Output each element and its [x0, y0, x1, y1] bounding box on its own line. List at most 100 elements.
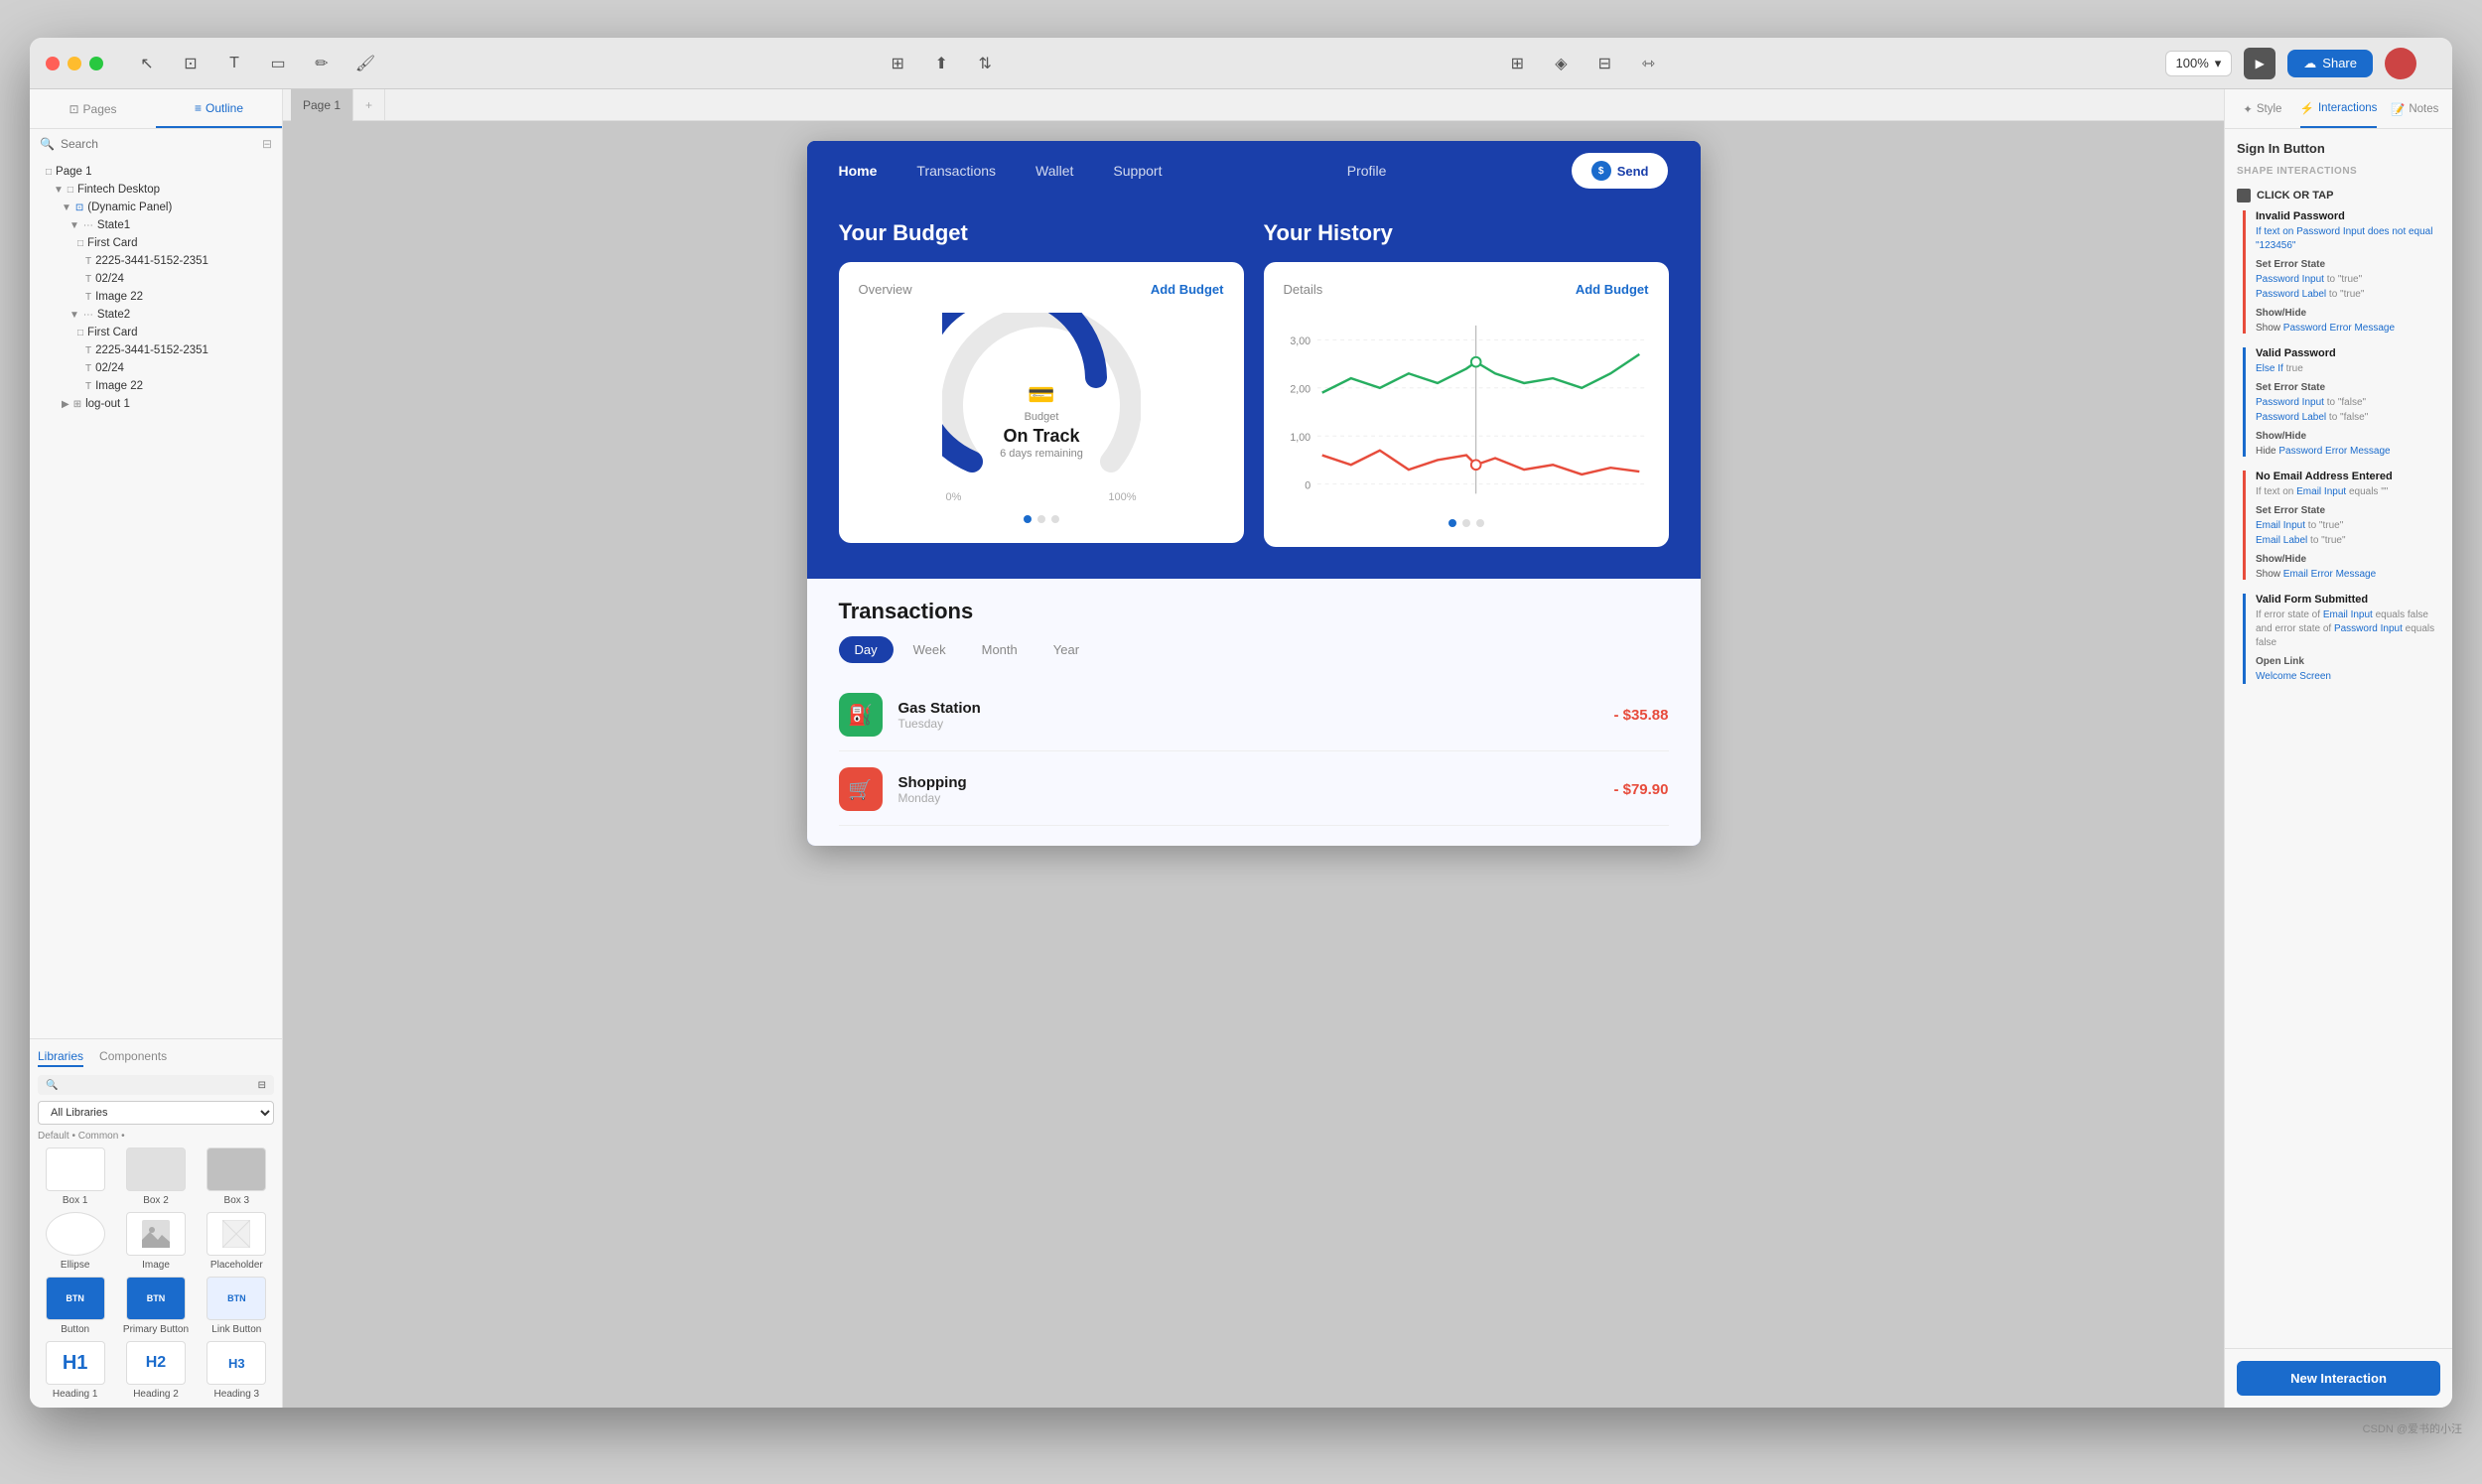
- nav-transactions[interactable]: Transactions: [916, 163, 996, 179]
- no-email-title: No Email Address Entered: [2256, 471, 2440, 482]
- align-tool[interactable]: ⬆: [925, 48, 957, 79]
- history-card: Details Add Budget 3,00 2,00 1,0: [1264, 262, 1669, 547]
- play-button[interactable]: ▶: [2244, 48, 2275, 79]
- tab-day[interactable]: Day: [839, 636, 894, 663]
- showhide-line-3: Show Email Error Message: [2256, 569, 2440, 580]
- tab-style[interactable]: ✦ Style: [2225, 89, 2300, 128]
- send-button[interactable]: $ Send: [1572, 153, 1669, 189]
- paint-tool[interactable]: 🖌: [349, 48, 381, 79]
- share-button[interactable]: ☁ Share: [2287, 50, 2373, 77]
- libs-dropdown[interactable]: All Libraries: [38, 1101, 274, 1125]
- pages-label: Pages: [83, 102, 117, 116]
- gas-amount: - $35.88: [1613, 707, 1668, 724]
- tree-fintech-desktop[interactable]: ▼ □ Fintech Desktop: [30, 181, 282, 199]
- tree-state2[interactable]: ▼ ⋯ State2: [30, 306, 282, 324]
- expand-tool[interactable]: ⊞: [882, 48, 913, 79]
- pages-icon: ⊡: [69, 102, 78, 116]
- budget-add-btn[interactable]: Add Budget: [1151, 282, 1224, 297]
- tree-logout[interactable]: ▶ ⊞ log-out 1: [30, 395, 282, 413]
- nav-support[interactable]: Support: [1113, 163, 1162, 179]
- tab-interactions[interactable]: ⚡ Interactions: [2300, 89, 2378, 128]
- transaction-shopping[interactable]: 🛒 Shopping Monday - $79.90: [839, 753, 1669, 826]
- tree-image2[interactable]: T Image 22: [30, 377, 282, 395]
- interactions-label: Interactions: [2318, 102, 2377, 114]
- tab-year[interactable]: Year: [1037, 636, 1095, 663]
- app-sections: Your Budget Overview Add Budget: [839, 220, 1669, 547]
- cursor-tool[interactable]: ↖: [131, 48, 163, 79]
- tree-firstcard2[interactable]: □ First Card: [30, 324, 282, 341]
- libraries-tabs: Libraries Components: [38, 1047, 274, 1067]
- valid-password-cond: Else If true: [2256, 362, 2440, 376]
- tree-firstcard1[interactable]: □ First Card: [30, 234, 282, 252]
- history-section: Your History Details Add Budget: [1264, 220, 1669, 547]
- libs-search-input[interactable]: [62, 1079, 253, 1091]
- spacing-tool[interactable]: ⇿: [1632, 48, 1664, 79]
- tab-libraries[interactable]: Libraries: [38, 1047, 83, 1067]
- lib-item-image[interactable]: Image: [118, 1212, 193, 1271]
- lib-item-box2[interactable]: Box 2: [118, 1147, 193, 1206]
- lib-item-h1[interactable]: H1 Heading 1: [38, 1341, 112, 1400]
- grid-tool[interactable]: ⊞: [1501, 48, 1533, 79]
- new-interaction-button[interactable]: New Interaction: [2237, 1361, 2440, 1396]
- watermark: CSDN @爱书的小汪: [2363, 1420, 2462, 1436]
- interaction-invalid-password: Invalid Password If text on Password Inp…: [2243, 210, 2440, 334]
- tab-pages[interactable]: ⊡ Pages: [30, 89, 156, 128]
- progress-dots: [859, 515, 1224, 523]
- zoom-control[interactable]: 100% ▾: [2165, 51, 2233, 76]
- click-icon: [2237, 189, 2251, 202]
- showhide-label-1: Show/Hide: [2256, 308, 2440, 319]
- search-input[interactable]: [61, 137, 256, 151]
- interaction-valid-form: Valid Form Submitted If error state of E…: [2243, 594, 2440, 684]
- lib-item-primary-button[interactable]: BTN Primary Button: [118, 1277, 193, 1335]
- hist-dot-2: [1462, 519, 1470, 527]
- component-tool[interactable]: ◈: [1545, 48, 1577, 79]
- tab-month[interactable]: Month: [966, 636, 1034, 663]
- tree-state1[interactable]: ▼ ⋯ State1: [30, 216, 282, 234]
- canvas-tab-page1[interactable]: Page 1: [291, 89, 353, 121]
- tree-image1[interactable]: T Image 22: [30, 288, 282, 306]
- gas-icon: ⛽: [839, 693, 883, 737]
- distribute-tool[interactable]: ⇅: [969, 48, 1001, 79]
- libs-search[interactable]: 🔍 ⊟: [38, 1075, 274, 1095]
- budget-title: Your Budget: [839, 220, 1244, 246]
- tree-date1[interactable]: T 02/24: [30, 270, 282, 288]
- tab-week[interactable]: Week: [897, 636, 962, 663]
- lib-item-button[interactable]: BTN Button: [38, 1277, 112, 1335]
- tree-root-page1[interactable]: □ Page 1: [30, 163, 282, 181]
- text-tool[interactable]: T: [218, 48, 250, 79]
- tree-cc-number1[interactable]: T 2225-3441-5152-2351: [30, 252, 282, 270]
- interaction-no-email: No Email Address Entered If text on Emai…: [2243, 471, 2440, 580]
- history-add-btn[interactable]: Add Budget: [1576, 282, 1649, 297]
- nav-wallet[interactable]: Wallet: [1035, 163, 1073, 179]
- lib-item-h2[interactable]: H2 Heading 2: [118, 1341, 193, 1400]
- lib-item-box3[interactable]: Box 3: [200, 1147, 274, 1206]
- maximize-button[interactable]: [89, 57, 103, 70]
- minimize-button[interactable]: [68, 57, 81, 70]
- tab-outline[interactable]: ≡ Outline: [156, 89, 282, 128]
- lib-item-link-button[interactable]: BTN Link Button: [200, 1277, 274, 1335]
- transaction-gas[interactable]: ⛽ Gas Station Tuesday - $35.88: [839, 679, 1669, 751]
- lib-item-h3[interactable]: H3 Heading 3: [200, 1341, 274, 1400]
- lib-item-ellipse[interactable]: Ellipse: [38, 1212, 112, 1271]
- canvas-tab-add[interactable]: +: [353, 89, 385, 121]
- nav-home[interactable]: Home: [839, 163, 878, 179]
- frame-tool[interactable]: ⊡: [175, 48, 207, 79]
- shopping-amount: - $79.90: [1613, 781, 1668, 798]
- lib-item-box1[interactable]: Box 1: [38, 1147, 112, 1206]
- share-label: Share: [2322, 56, 2357, 70]
- tab-notes[interactable]: 📝 Notes: [2377, 89, 2452, 128]
- shape-tool[interactable]: ▭: [262, 48, 294, 79]
- close-button[interactable]: [46, 57, 60, 70]
- right-panel: ✦ Style ⚡ Interactions 📝 Notes Sign In B…: [2224, 89, 2452, 1408]
- canvas-content[interactable]: Home Transactions Wallet Support Profile…: [283, 121, 2224, 1408]
- tab-components[interactable]: Components: [99, 1047, 167, 1067]
- filter-icon[interactable]: ⊟: [262, 137, 272, 151]
- tree-dynamic-panel[interactable]: ▼ ⊡ (Dynamic Panel): [30, 199, 282, 216]
- tree-date2[interactable]: T 02/24: [30, 359, 282, 377]
- tree-cc-number2[interactable]: T 2225-3441-5152-2351: [30, 341, 282, 359]
- arrange-tool[interactable]: ⊟: [1588, 48, 1620, 79]
- lib-item-placeholder[interactable]: Placeholder: [200, 1212, 274, 1271]
- pen-tool[interactable]: ✏: [306, 48, 338, 79]
- nav-profile[interactable]: Profile: [1347, 163, 1387, 179]
- user-avatar[interactable]: [2385, 48, 2416, 79]
